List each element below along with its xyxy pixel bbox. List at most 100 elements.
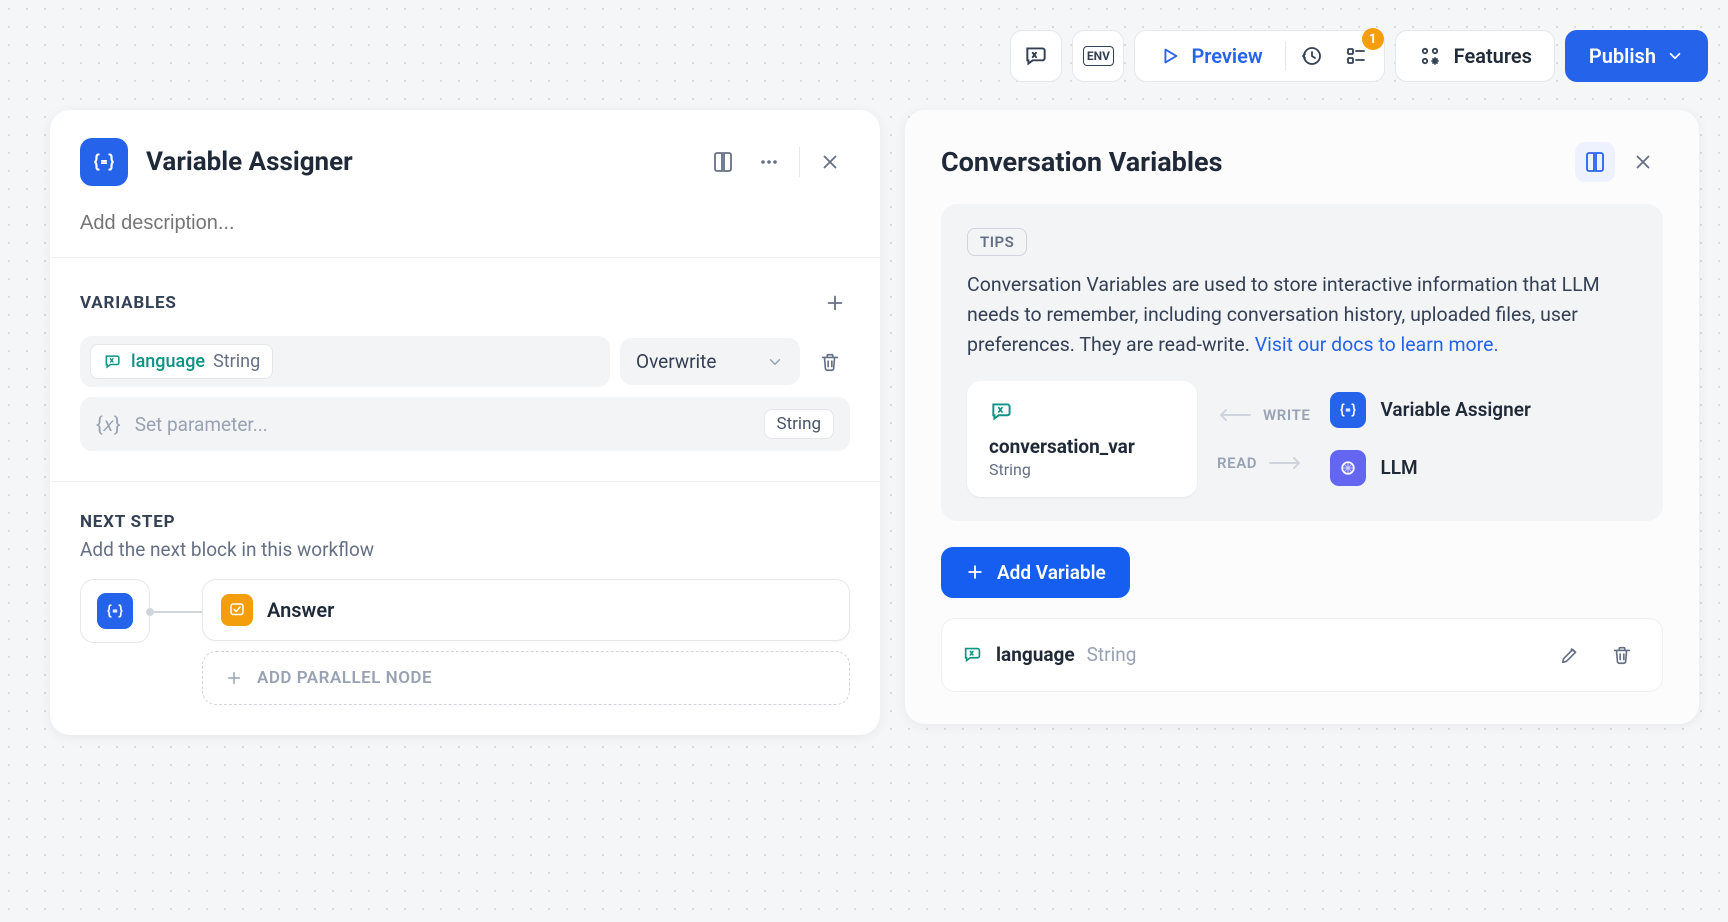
divider	[799, 147, 800, 177]
answer-icon	[221, 594, 253, 626]
book-icon	[1583, 150, 1607, 174]
diagram-var-name: conversation_var	[989, 435, 1175, 458]
next-step-section: NEXT STEP Add the next block in this wor…	[50, 482, 880, 735]
panel-header-left: Variable Assigner	[80, 138, 353, 186]
mode-selected: Overwrite	[636, 350, 716, 373]
next-nodes-column: Answer ADD PARALLEL NODE	[202, 579, 850, 705]
variable-assigner-panel: Variable Assigner VARIABLES	[50, 110, 880, 735]
tips-diagram: conversation_var String WRITE READ	[967, 381, 1637, 497]
features-label: Features	[1454, 44, 1532, 68]
source-node	[80, 579, 150, 643]
parameter-type-pill: String	[764, 409, 834, 439]
docs-button[interactable]	[703, 142, 743, 182]
conversation-var-icon	[103, 352, 123, 372]
pencil-icon	[1559, 644, 1581, 666]
close-icon	[1632, 151, 1654, 173]
add-variable-button[interactable]	[820, 288, 850, 318]
plus-icon	[824, 292, 846, 314]
add-variable-label: Add Variable	[997, 561, 1106, 584]
variable-type: String	[213, 351, 260, 372]
right-panel-header: Conversation Variables	[941, 142, 1663, 182]
env-button[interactable]: ENV	[1072, 30, 1124, 82]
llm-node-label: LLM	[1380, 456, 1417, 479]
chat-var-icon	[1023, 43, 1049, 69]
arrow-left-icon	[1217, 408, 1251, 422]
features-icon	[1418, 44, 1442, 68]
publish-button[interactable]: Publish	[1565, 30, 1708, 82]
write-label: WRITE	[1263, 406, 1310, 424]
divider	[1285, 41, 1286, 71]
docs-button[interactable]	[1575, 142, 1615, 182]
description-area	[50, 204, 880, 257]
conversation-var-icon	[962, 644, 984, 666]
variable-chip: language String	[90, 344, 273, 379]
more-button[interactable]	[749, 142, 789, 182]
variable-braces-icon: {𝑥}	[96, 412, 121, 436]
panel-header: Variable Assigner	[50, 110, 880, 204]
panel-header-actions	[703, 142, 850, 182]
trash-icon	[1611, 644, 1633, 666]
tips-link[interactable]: Visit our docs to learn more.	[1255, 333, 1499, 356]
chevron-down-icon	[766, 353, 784, 371]
connector-line	[150, 611, 202, 613]
answer-label: Answer	[267, 598, 334, 622]
variable-assigner-icon	[1330, 392, 1366, 428]
checklist-button[interactable]: 1	[1334, 34, 1378, 78]
tips-text: Conversation Variables are used to store…	[967, 270, 1637, 361]
variable-selector[interactable]: language String	[80, 336, 610, 387]
top-toolbar: ENV Preview 1 Features Publish	[1010, 30, 1708, 82]
var-list-type: String	[1087, 643, 1137, 666]
chevron-down-icon	[1666, 47, 1684, 65]
assigner-node-label: Variable Assigner	[1380, 398, 1530, 421]
write-arrow-row: WRITE	[1217, 406, 1310, 424]
diagram-llm-node: LLM	[1330, 450, 1530, 486]
parameter-input-row[interactable]: {𝑥} Set parameter... String	[80, 397, 850, 451]
preview-button[interactable]: Preview	[1141, 44, 1280, 68]
diagram-var-card: conversation_var String	[967, 381, 1197, 497]
edit-variable-button[interactable]	[1550, 635, 1590, 675]
arrow-right-icon	[1269, 456, 1303, 470]
llm-icon	[1330, 450, 1366, 486]
plus-icon	[225, 669, 243, 687]
variable-name: language	[131, 351, 205, 372]
features-button[interactable]: Features	[1395, 30, 1555, 82]
mode-select[interactable]: Overwrite	[620, 338, 800, 385]
flow-row: Answer ADD PARALLEL NODE	[80, 579, 850, 705]
add-parallel-label: ADD PARALLEL NODE	[257, 668, 432, 688]
add-parallel-node-button[interactable]: ADD PARALLEL NODE	[202, 651, 850, 705]
close-icon	[819, 151, 841, 173]
diagram-assigner-node: Variable Assigner	[1330, 392, 1530, 428]
variable-list-item[interactable]: language String	[941, 618, 1663, 692]
close-button[interactable]	[1623, 142, 1663, 182]
checklist-icon	[1344, 44, 1368, 68]
delete-variable-button[interactable]	[810, 342, 850, 382]
answer-node[interactable]: Answer	[202, 579, 850, 641]
trash-icon	[819, 351, 841, 373]
more-icon	[757, 150, 781, 174]
checklist-badge: 1	[1362, 28, 1384, 50]
right-panel-actions	[1575, 142, 1663, 182]
history-button[interactable]	[1290, 34, 1334, 78]
delete-variable-button[interactable]	[1602, 635, 1642, 675]
variable-row: language String Overwrite	[80, 336, 850, 387]
book-icon	[711, 150, 735, 174]
next-step-heading: NEXT STEP	[80, 512, 850, 532]
publish-label: Publish	[1589, 44, 1656, 68]
variable-assigner-node-icon	[80, 138, 128, 186]
read-arrow-row: READ	[1217, 454, 1310, 472]
env-label: ENV	[1083, 46, 1114, 66]
variable-assigner-icon	[97, 593, 133, 629]
diagram-nodes: Variable Assigner LLM	[1330, 392, 1530, 486]
add-variable-button[interactable]: Add Variable	[941, 547, 1130, 598]
preview-label: Preview	[1191, 44, 1262, 68]
description-input[interactable]	[80, 212, 850, 235]
parameter-placeholder: Set parameter...	[135, 413, 750, 436]
read-label: READ	[1217, 454, 1257, 472]
conversation-variables-panel: Conversation Variables TIPS Conversation…	[905, 110, 1699, 724]
diagram-var-type: String	[989, 460, 1175, 479]
next-step-subtitle: Add the next block in this workflow	[80, 538, 850, 561]
variables-section: VARIABLES language String Overwrite	[50, 258, 880, 481]
close-button[interactable]	[810, 142, 850, 182]
conversation-var-icon-button[interactable]	[1010, 30, 1062, 82]
panel-title: Variable Assigner	[146, 147, 353, 177]
